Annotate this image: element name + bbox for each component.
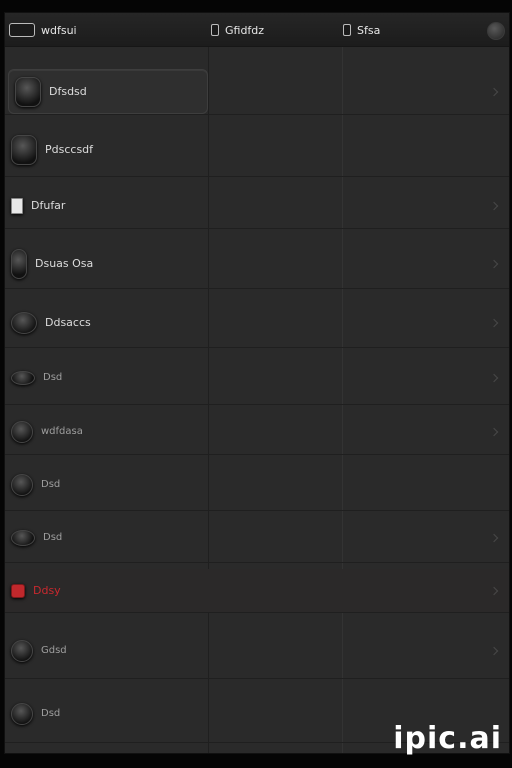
sidebar-item-7[interactable]: Dsd [5,459,509,511]
sidebar-item-label: Dsd [43,532,63,543]
sidebar-item-label: Dsuas Osa [35,257,94,270]
sidebar-item-9[interactable]: Ddsy [5,569,509,613]
sidebar-item-label: Gdsd [41,645,67,656]
window-icon [211,24,219,36]
chevron-right-icon [489,201,499,210]
sidebar-item-6[interactable]: wdfdasa [5,409,509,455]
chevron-right-icon [489,259,499,268]
header-column-2-label: Gfidfdz [225,23,265,37]
header-column-1-label: wdfsui [41,23,77,37]
bell-icon [11,420,33,443]
header-column-2[interactable]: Gfidfdz [211,22,264,38]
disc-icon [11,702,33,725]
chevron-right-icon [489,318,499,327]
camera-icon [11,311,37,334]
watermark: ipic.ai [393,721,502,756]
sidebar-item-label: Dsd [41,708,61,719]
sidebar-item-label: Dsd [43,372,63,383]
phone-icon [11,134,37,165]
sidebar-item-8[interactable]: Dsd [5,513,509,563]
settings-icon[interactable] [487,22,505,40]
circle-button-icon [15,76,41,107]
sidebar-item-4[interactable]: Ddsaccs [5,298,509,348]
sidebar-item-5[interactable]: Dsd [5,351,509,405]
chevron-right-icon [489,646,499,655]
tablet-icon [11,248,27,279]
sidebar-item-1[interactable]: Pdsccsdf [5,123,509,177]
clock-icon [11,473,33,496]
globe-icon [11,639,33,662]
chevron-right-icon [489,87,499,96]
eye-icon [11,370,35,385]
sidebar-item-label: Ddsaccs [45,316,91,329]
toggle-icon [9,23,35,37]
column-header: wdfsui Gfidfdz Sfsa [5,13,509,47]
chevron-right-icon [489,533,499,542]
sidebar-item-3[interactable]: Dsuas Osa [5,239,509,289]
sidebar-item-10[interactable]: Gdsd [5,623,509,679]
sidebar-item-label: wdfdasa [41,426,83,437]
document-icon [11,197,23,214]
panel-icon [343,24,351,36]
sidebar-item-label: Pdsccsdf [45,143,94,156]
sidebar-item-label: Dsd [41,479,61,490]
sidebar-item-label: Dfufar [31,199,66,212]
header-column-3-label: Sfsa [357,23,381,37]
chevron-right-icon [489,586,499,595]
sidebar-item-0[interactable]: Dfsdsd [5,69,509,115]
chevron-right-icon [489,373,499,382]
lens-icon [11,529,35,546]
sidebar-item-2[interactable]: Dfufar [5,183,509,229]
alert-icon [11,583,25,598]
chevron-right-icon [489,427,499,436]
header-column-3[interactable]: Sfsa [343,22,380,38]
sidebar-item-label: Ddsy [33,584,61,597]
app-window: wdfsui Gfidfdz Sfsa Dfsdsd Pdsccsdf Dfuf… [4,12,510,754]
sidebar-item-label: Dfsdsd [49,85,87,98]
header-column-1[interactable]: wdfsui [9,22,77,38]
